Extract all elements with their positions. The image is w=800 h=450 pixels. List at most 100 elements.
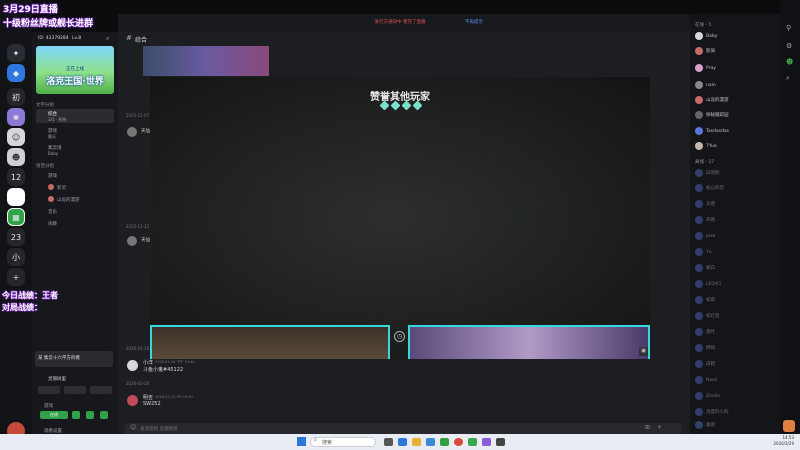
server-icon-12[interactable]: 12 bbox=[7, 168, 25, 186]
member-item[interactable]: Zhollo bbox=[695, 391, 720, 401]
search-icon[interactable]: ⌕ bbox=[786, 74, 790, 83]
member-item[interactable]: 佛如 bbox=[695, 343, 715, 353]
attach-icon[interactable]: ⊞ bbox=[645, 424, 650, 431]
server-icon-avatar[interactable]: ☺ bbox=[7, 128, 25, 146]
app-icon[interactable] bbox=[426, 438, 435, 446]
notice-dismiss-button[interactable]: 不再提示 bbox=[460, 18, 488, 27]
emoji-icon[interactable]: ☺ bbox=[130, 424, 136, 431]
player-card-left[interactable] bbox=[150, 325, 390, 359]
message-date: 2025-11-07 bbox=[126, 113, 150, 118]
banner-title: 洛克王国·世界 bbox=[46, 77, 104, 87]
pin-icon[interactable]: ⚲ bbox=[786, 24, 791, 32]
server-icon-purple[interactable]: ❀ bbox=[7, 108, 25, 126]
player-card-right[interactable] bbox=[408, 325, 650, 359]
app-icon[interactable] bbox=[496, 438, 505, 446]
member-item[interactable]: Tasdasdas bbox=[695, 126, 729, 136]
mic-icon[interactable] bbox=[38, 386, 60, 394]
member-item[interactable]: 灵度的小的 bbox=[695, 407, 729, 417]
banner-subtitle: 正在上线 bbox=[66, 67, 84, 72]
server-icon-apple[interactable] bbox=[7, 188, 25, 206]
app-icon[interactable] bbox=[440, 438, 449, 446]
voice-channel-youxi[interactable]: 游戏 bbox=[48, 173, 126, 179]
message-input-placeholder: 发消息到 灵丽频道 bbox=[140, 427, 178, 432]
message-date: 2026-01-10 bbox=[126, 346, 150, 351]
chrome-icon[interactable] bbox=[454, 438, 463, 446]
member-item[interactable]: 白鸽鹤 bbox=[695, 168, 720, 178]
server-banner[interactable]: 正在上线 洛克王国·世界 bbox=[36, 46, 114, 94]
server-icon-active[interactable]: ▦ bbox=[7, 208, 25, 226]
member-item[interactable]: 落叶 bbox=[695, 327, 715, 337]
plus-icon[interactable]: + bbox=[657, 424, 662, 431]
game-overlay bbox=[150, 77, 650, 359]
edge-icon[interactable] bbox=[398, 438, 407, 446]
game-preview bbox=[143, 46, 269, 76]
video-button[interactable] bbox=[100, 411, 108, 419]
member-item[interactable]: 天使 bbox=[695, 199, 715, 209]
member-item[interactable]: 7Yue bbox=[695, 141, 717, 151]
member-item[interactable]: 山逗的漫游 bbox=[695, 95, 729, 105]
app-badge-icon[interactable] bbox=[783, 420, 795, 432]
voice-group-label[interactable]: 语音分组 bbox=[36, 163, 114, 169]
member-item[interactable]: 探秘跟踪园 bbox=[695, 110, 729, 120]
channel-item-chat[interactable]: 闲聊 bbox=[48, 221, 126, 227]
member-item[interactable]: Pray bbox=[695, 63, 716, 73]
gear-icon[interactable] bbox=[90, 386, 112, 394]
channel-item-music[interactable]: 音乐 bbox=[48, 209, 126, 215]
member-item[interactable]: LEO#1 bbox=[695, 279, 722, 289]
today-record-text: 今日战绩：王者 bbox=[2, 291, 58, 300]
camera-icon[interactable]: ▣ bbox=[639, 347, 648, 356]
taskbar-search[interactable] bbox=[310, 437, 376, 447]
app-icon[interactable] bbox=[468, 438, 477, 446]
notice-text: 发行方通知中 看完了直播 bbox=[374, 20, 426, 25]
text-group-label[interactable]: 文字分组 bbox=[36, 102, 114, 108]
mic-button[interactable] bbox=[72, 411, 80, 419]
server-icon-chu[interactable]: 初 bbox=[7, 88, 25, 106]
avatar bbox=[48, 184, 54, 190]
star-icon[interactable]: ✦ bbox=[7, 44, 25, 62]
member-item[interactable]: 7o bbox=[695, 247, 712, 257]
gear-icon[interactable]: ⚙ bbox=[786, 42, 792, 50]
headset-icon[interactable] bbox=[64, 386, 86, 394]
member-item[interactable]: Nwol bbox=[695, 375, 717, 385]
windows-start-icon[interactable] bbox=[297, 437, 306, 446]
member-item[interactable]: 白鹤 bbox=[695, 359, 715, 369]
message-text: 斗鱼小鬼#45122 bbox=[143, 367, 184, 373]
voice-game-label: 游戏 bbox=[44, 404, 53, 409]
member-item[interactable]: 初心的音 bbox=[695, 183, 724, 193]
taskview-icon[interactable] bbox=[384, 438, 393, 446]
member-item[interactable]: Baby bbox=[695, 31, 717, 41]
add-server-icon[interactable]: + bbox=[7, 268, 25, 286]
avatar bbox=[127, 395, 138, 406]
avatar bbox=[127, 236, 137, 246]
member-item[interactable]: 桑雨 bbox=[695, 420, 715, 430]
match-record-text: 对局战绩： bbox=[2, 303, 42, 312]
member-item[interactable]: 黎白 bbox=[695, 263, 715, 273]
channel-meta: 聊天 bbox=[48, 134, 56, 139]
search-icon: ⌕ bbox=[314, 437, 317, 443]
member-item[interactable]: 开路 bbox=[695, 215, 715, 225]
member-item[interactable]: 影骑 bbox=[695, 46, 715, 56]
online-button[interactable]: 在线 bbox=[40, 411, 68, 419]
user-controls bbox=[38, 386, 112, 394]
app-icon[interactable] bbox=[482, 438, 491, 446]
server-icon-23[interactable]: 23 bbox=[7, 228, 25, 246]
member-item[interactable]: 初灯星 bbox=[695, 311, 720, 321]
avatar bbox=[48, 196, 54, 202]
member-item[interactable]: pixe bbox=[695, 231, 715, 241]
message-author: 天仙 bbox=[141, 238, 150, 243]
message-text: SW252 bbox=[143, 401, 161, 407]
server-icon-app[interactable]: ◆ bbox=[7, 64, 25, 82]
member-item[interactable]: 初雨 bbox=[695, 295, 715, 305]
folder-icon[interactable] bbox=[412, 438, 421, 446]
message-author: 天仙 bbox=[141, 129, 150, 134]
screen-share-button[interactable] bbox=[86, 411, 94, 419]
taskbar-search-label: 搜索 bbox=[322, 440, 333, 446]
now-playing-text: 某 集云十六平方的模 bbox=[38, 356, 80, 361]
server-icon-avatar-2[interactable]: ☻ bbox=[7, 148, 25, 166]
member-item[interactable]: nain bbox=[695, 80, 716, 90]
message-time: 2026-03-20 PM 19:40 bbox=[155, 395, 193, 399]
members-icon[interactable]: ☻ bbox=[786, 58, 793, 66]
message-date: 2026-03-20 bbox=[126, 381, 150, 386]
server-icon-xiao[interactable]: 小 bbox=[7, 248, 25, 266]
search-icon[interactable]: ⌕ bbox=[106, 35, 109, 43]
